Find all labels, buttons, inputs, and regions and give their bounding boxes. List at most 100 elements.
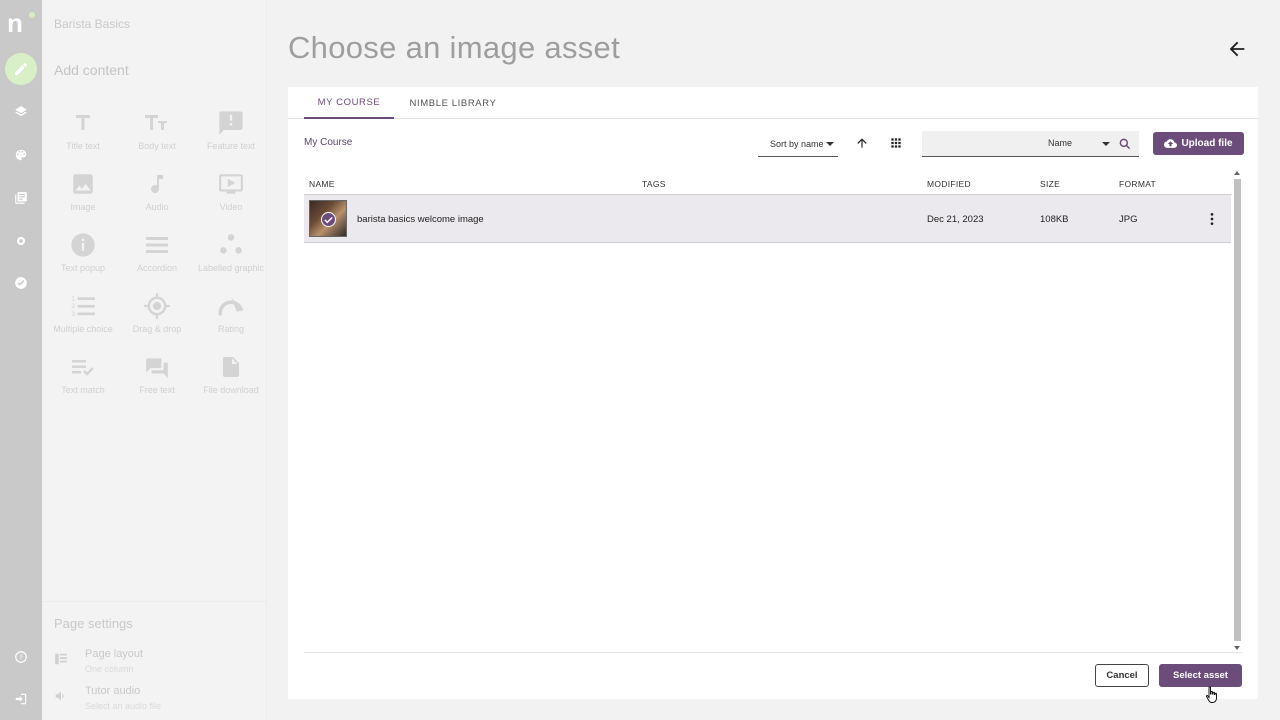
course-title: Barista Basics xyxy=(54,17,131,31)
tool-grid: Title text Body text Feature text Image Audi… xyxy=(46,108,268,413)
page-layout-title: Page layout xyxy=(85,648,144,660)
cloud-upload-icon xyxy=(1164,139,1178,148)
upload-file-button[interactable]: Upload file xyxy=(1153,132,1244,155)
back-arrow-icon[interactable] xyxy=(1226,38,1248,60)
sort-direction-icon[interactable] xyxy=(852,133,872,153)
tool-accordion[interactable]: Accordion xyxy=(120,230,194,291)
tool-feature-text[interactable]: Feature text xyxy=(194,108,268,169)
tool-audio[interactable]: Audio xyxy=(120,169,194,230)
exit-icon[interactable] xyxy=(11,689,31,709)
upload-label: Upload file xyxy=(1181,138,1233,149)
text-match-icon xyxy=(68,352,98,382)
hand-cursor-icon xyxy=(1205,686,1217,703)
asset-modified: Dec 21, 2023 xyxy=(927,214,984,225)
speaker-icon xyxy=(55,691,64,701)
logo-text: n xyxy=(7,8,23,38)
video-icon xyxy=(216,169,246,199)
tool-label: File download xyxy=(203,385,259,395)
select-asset-button[interactable]: Select asset xyxy=(1159,664,1242,687)
tool-label: Labelled graphic xyxy=(197,263,265,273)
feature-text-icon xyxy=(216,108,246,138)
asset-size: 108KB xyxy=(1040,214,1069,225)
tool-text-popup[interactable]: Text popup xyxy=(46,230,120,291)
column-format[interactable]: FORMAT xyxy=(1119,179,1156,189)
table-header: NAME TAGS MODIFIED SIZE FORMAT xyxy=(304,171,1232,195)
breadcrumb[interactable]: My Course xyxy=(304,137,352,148)
asset-dialog: MY COURSE NIMBLE LIBRARY My Course Sort … xyxy=(288,87,1258,699)
content-panel: Barista Basics Add content Title text Bod… xyxy=(42,0,267,720)
asset-format: JPG xyxy=(1119,214,1138,225)
page-layout-subtitle: One column xyxy=(85,664,134,674)
search-icon[interactable] xyxy=(1118,137,1132,151)
tool-image[interactable]: Image xyxy=(46,169,120,230)
tool-body-text[interactable]: Body text xyxy=(120,108,194,169)
tool-file-download[interactable]: File download xyxy=(194,352,268,413)
sort-dropdown[interactable]: Sort by name xyxy=(758,131,838,157)
edit-icon[interactable] xyxy=(5,53,37,85)
add-content-heading: Add content xyxy=(54,62,129,78)
svg-text:3: 3 xyxy=(71,310,75,318)
check-circle-icon[interactable] xyxy=(11,273,31,293)
image-icon xyxy=(68,169,98,199)
column-tags[interactable]: TAGS xyxy=(642,179,666,189)
tool-label: Accordion xyxy=(136,263,178,273)
layers-icon[interactable] xyxy=(11,102,31,122)
tab-nimble-library[interactable]: NIMBLE LIBRARY xyxy=(402,87,504,119)
chevron-down-icon xyxy=(826,142,834,146)
tool-label: Image xyxy=(70,202,96,212)
scroll-down-icon[interactable] xyxy=(1234,646,1240,650)
body-text-icon xyxy=(142,108,172,138)
cancel-button[interactable]: Cancel xyxy=(1095,664,1149,687)
scrollbar[interactable] xyxy=(1232,171,1242,651)
tool-rating[interactable]: Rating xyxy=(194,291,268,352)
file-icon xyxy=(216,352,246,382)
app-logo[interactable]: n xyxy=(7,10,35,38)
scroll-up-icon[interactable] xyxy=(1234,171,1240,175)
asset-thumbnail xyxy=(309,200,347,237)
tool-title-text[interactable]: Title text xyxy=(46,108,120,169)
tool-multiple-choice[interactable]: 1 2 3 Multiple choice xyxy=(46,291,120,352)
tool-label: Video xyxy=(219,202,243,212)
rating-icon xyxy=(216,291,246,321)
tool-label: Drag & drop xyxy=(132,324,182,334)
selected-check-icon xyxy=(321,212,336,227)
page-layout-setting[interactable]: Page layout One column xyxy=(54,648,254,682)
free-text-icon xyxy=(142,352,172,382)
audio-icon xyxy=(142,169,172,199)
tab-my-course[interactable]: MY COURSE xyxy=(304,87,394,119)
pages-icon[interactable] xyxy=(11,188,31,208)
search-box[interactable]: Name xyxy=(922,131,1139,157)
tool-drag-drop[interactable]: Drag & drop xyxy=(120,291,194,352)
table-row[interactable]: barista basics welcome image Dec 21, 202… xyxy=(304,195,1231,243)
sort-label: Sort by name xyxy=(770,138,824,149)
tool-label: Feature text xyxy=(206,141,256,151)
tool-label: Body text xyxy=(138,141,176,151)
column-size[interactable]: SIZE xyxy=(1040,179,1060,189)
tool-label: Title text xyxy=(66,141,100,151)
tool-text-match[interactable]: Text match xyxy=(46,352,120,413)
target-icon xyxy=(142,291,172,321)
tool-labelled-graphic[interactable]: Labelled graphic xyxy=(194,230,268,291)
title-text-icon xyxy=(68,108,98,138)
layout-icon xyxy=(55,653,67,665)
tutor-audio-subtitle: Select an audio file xyxy=(85,701,162,711)
column-name[interactable]: NAME xyxy=(309,179,335,189)
help-icon[interactable]: ? xyxy=(11,647,31,667)
tool-label: Multiple choice xyxy=(53,324,113,334)
settings-icon[interactable] xyxy=(11,231,31,251)
labelled-graphic-icon xyxy=(216,230,246,260)
tool-label: Text match xyxy=(61,385,105,395)
numbered-list-icon: 123 xyxy=(68,291,98,321)
more-vert-icon[interactable] xyxy=(1204,211,1220,227)
grid-view-icon[interactable] xyxy=(886,133,906,153)
scrollbar-thumb[interactable] xyxy=(1234,179,1241,641)
tool-label: Free text xyxy=(139,385,175,395)
palette-icon[interactable] xyxy=(11,145,31,165)
tool-free-text[interactable]: Free text xyxy=(120,352,194,413)
tutor-audio-setting[interactable]: Tutor audio Select an audio file xyxy=(54,685,254,719)
tool-video[interactable]: Video xyxy=(194,169,268,230)
search-field-select[interactable]: Name xyxy=(1048,138,1072,148)
tool-label: Audio xyxy=(145,202,169,212)
column-modified[interactable]: MODIFIED xyxy=(927,179,971,189)
footer-divider xyxy=(304,652,1242,653)
